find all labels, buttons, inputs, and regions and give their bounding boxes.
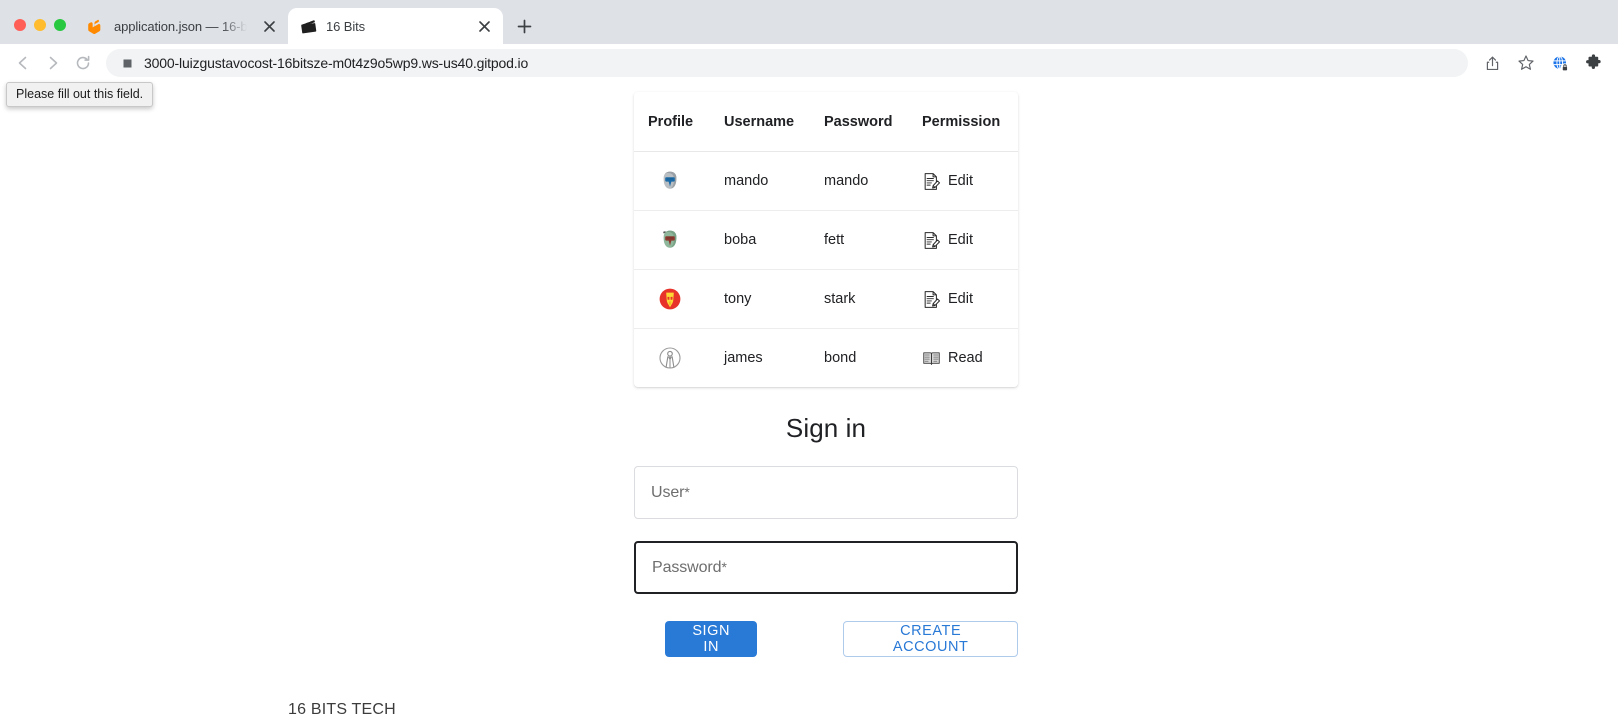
- column-header-profile: Profile: [634, 92, 724, 152]
- permission-cell: Read: [922, 329, 1018, 388]
- profile-cell: [634, 151, 724, 211]
- signin-title: Sign in: [785, 413, 867, 443]
- username-cell: james: [724, 350, 763, 366]
- minimize-window-button[interactable]: [34, 19, 46, 31]
- tab-title: application.json — 16-bits-zero: [114, 18, 251, 34]
- browser-chrome: application.json — 16-bits-zero: [0, 0, 1618, 107]
- address-bar[interactable]: 3000-luizgustavocost-16bitsze-m0t4z9o5wp…: [106, 49, 1468, 77]
- page-content: Profile Username Password Permission man…: [0, 82, 1618, 718]
- page-info-icon[interactable]: [120, 56, 134, 70]
- table-row: boba fett Edit: [634, 210, 1018, 270]
- table-row: mando mando Edit: [634, 151, 1018, 211]
- column-header-permission: Permission: [922, 92, 1018, 152]
- permission-label: Edit: [948, 232, 973, 248]
- tab-16-bits[interactable]: 16 Bits: [288, 8, 503, 44]
- toolbar-actions: [1476, 48, 1610, 78]
- close-tab-button[interactable]: [260, 17, 278, 35]
- bookmark-star-icon[interactable]: [1510, 48, 1542, 78]
- profile-cell: [634, 210, 724, 270]
- mandalorian-helmet-avatar: [663, 171, 677, 189]
- permission-label: Read: [948, 350, 983, 366]
- iron-man-avatar: [659, 288, 681, 310]
- password-cell: bond: [824, 350, 857, 366]
- username-cell: boba: [724, 210, 824, 270]
- users-table: Profile Username Password Permission man…: [634, 92, 1018, 387]
- profile-cell: [634, 329, 724, 388]
- user-field-placeholder: User*: [651, 483, 690, 501]
- password-cell: mando: [824, 151, 922, 211]
- close-window-button[interactable]: [14, 19, 26, 31]
- column-header-password: Password: [824, 92, 922, 152]
- validation-tooltip: Please fill out this field.: [6, 82, 154, 107]
- table-header-row: Profile Username Password Permission: [634, 92, 1018, 152]
- tab-application-json[interactable]: application.json — 16-bits-zero: [76, 8, 288, 44]
- permission-cell: Edit: [922, 210, 1018, 270]
- james-bond-avatar: [659, 347, 681, 369]
- boba-fett-helmet-avatar: [663, 230, 677, 248]
- new-tab-button[interactable]: [509, 11, 539, 41]
- password-field-placeholder: Password*: [652, 558, 727, 576]
- permission-cell: Edit: [922, 269, 1018, 329]
- memo-icon: [924, 172, 941, 190]
- extensions-puzzle-icon[interactable]: [1578, 48, 1610, 78]
- clapperboard-icon: [300, 18, 317, 35]
- table-row: tony stark Edit: [634, 269, 1018, 329]
- memo-icon: [924, 290, 941, 308]
- main-column: Profile Username Password Permission man…: [634, 82, 1018, 657]
- tab-title: 16 Bits: [326, 18, 366, 34]
- create-account-button[interactable]: CREATE ACCOUNT: [843, 621, 1018, 657]
- permission-label: Edit: [948, 291, 973, 307]
- share-icon[interactable]: [1476, 48, 1508, 78]
- password-cell: stark: [824, 269, 922, 329]
- forward-button[interactable]: [38, 48, 68, 78]
- password-cell: fett: [824, 210, 922, 270]
- maximize-window-button[interactable]: [54, 19, 66, 31]
- close-tab-button[interactable]: [475, 17, 493, 35]
- username-cell: tony: [724, 269, 824, 329]
- user-field[interactable]: User*: [634, 466, 1018, 519]
- permission-cell: Edit: [922, 151, 1018, 211]
- profile-cell: [634, 269, 724, 329]
- address-bar-url: 3000-luizgustavocost-16bitsze-m0t4z9o5wp…: [144, 55, 529, 71]
- password-field[interactable]: Password*: [634, 541, 1018, 594]
- reload-button[interactable]: [68, 48, 98, 78]
- globe-lock-icon[interactable]: [1544, 48, 1576, 78]
- back-button[interactable]: [8, 48, 38, 78]
- browser-toolbar: 3000-luizgustavocost-16bitsze-m0t4z9o5wp…: [0, 44, 1618, 107]
- open-book-icon: [923, 351, 940, 365]
- window-controls: [8, 19, 76, 44]
- gitpod-icon: [88, 18, 105, 35]
- permission-label: Edit: [948, 173, 973, 189]
- memo-icon: [924, 231, 941, 249]
- table-row: james bond Read: [634, 329, 1018, 388]
- signin-button-row: SIGN IN CREATE ACCOUNT: [634, 621, 1018, 657]
- users-card: Profile Username Password Permission man…: [634, 92, 1018, 387]
- username-cell: mando: [724, 151, 824, 211]
- column-header-username: Username: [724, 92, 824, 152]
- sign-in-button[interactable]: SIGN IN: [665, 621, 758, 657]
- footer-brand: 16 BITS TECH: [288, 701, 396, 718]
- tab-strip: application.json — 16-bits-zero: [0, 0, 1618, 44]
